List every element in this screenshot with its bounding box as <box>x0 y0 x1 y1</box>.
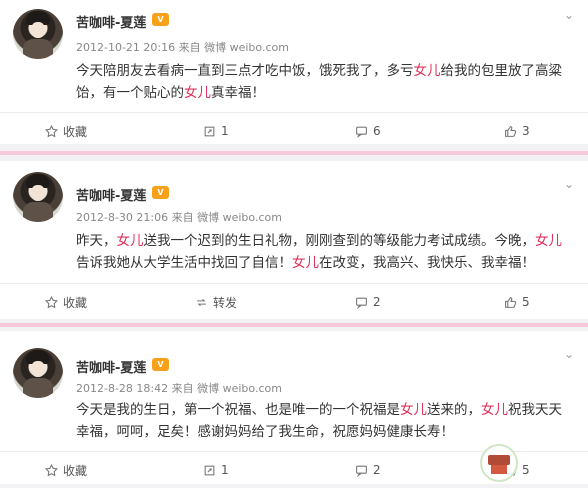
comment-button[interactable]: 2 <box>355 284 381 320</box>
like-count: 5 <box>522 295 530 309</box>
comment-count: 6 <box>373 124 381 138</box>
collect-button[interactable]: 收藏 <box>45 284 87 320</box>
repost-label: 转发 <box>213 295 238 310</box>
repost-button[interactable]: 1 <box>203 452 229 488</box>
collect-label: 收藏 <box>63 295 88 310</box>
comment-button[interactable]: 2 <box>355 452 381 488</box>
chevron-down-icon[interactable]: ⌄ <box>564 178 574 190</box>
highlight-term: 女儿 <box>116 233 144 249</box>
post-meta: 2012-10-21 20:16 来自 微博 weibo.com <box>76 41 289 54</box>
highlight-term: 女儿 <box>535 233 562 249</box>
post-text-part-3: 告诉我她从大学生活中找回了自信！ <box>76 255 292 271</box>
post-separator <box>0 319 588 331</box>
vip-badge-icon: V <box>152 13 169 26</box>
collect-button[interactable]: 收藏 <box>45 452 87 488</box>
vip-badge-icon: V <box>152 358 169 371</box>
post-card: 苦咖啡-夏莲 V 2012-8-30 21:06 来自 微博 weibo.com… <box>0 161 588 319</box>
chevron-down-icon[interactable]: ⌄ <box>564 348 574 360</box>
username[interactable]: 苦咖啡-夏莲 <box>76 357 146 376</box>
like-count: 5 <box>522 463 530 477</box>
post-actions: 收藏 转发 2 5 <box>0 283 588 320</box>
collect-label: 收藏 <box>63 463 88 478</box>
avatar[interactable] <box>13 9 63 59</box>
comment-icon <box>355 296 368 309</box>
username[interactable]: 苦咖啡-夏莲 <box>76 12 146 31</box>
comment-icon <box>355 125 368 138</box>
avatar-face <box>31 22 45 38</box>
avatar[interactable] <box>13 348 63 398</box>
post-meta: 2012-8-30 21:06 来自 微博 weibo.com <box>76 211 282 224</box>
avatar-body <box>23 202 53 222</box>
post-text-part-1: 昨天， <box>76 233 117 249</box>
highlight-term: 女儿 <box>413 63 441 79</box>
watermark-body <box>491 465 507 474</box>
comment-icon <box>355 464 368 477</box>
weibo-feed: 苦咖啡-夏莲 V 2012-10-21 20:16 来自 微博 weibo.co… <box>0 0 588 484</box>
avatar-body <box>23 378 53 398</box>
thumbs-up-icon <box>504 296 517 309</box>
repost-icon <box>195 296 208 309</box>
collect-label: 收藏 <box>63 124 88 139</box>
highlight-term: 女儿 <box>400 402 427 418</box>
avatar-face <box>31 185 45 201</box>
username[interactable]: 苦咖啡-夏莲 <box>76 185 146 204</box>
post-text: 今天陪朋友去看病一直到三点才吃中饭，饿死我了，多亏女儿给我的包里放了高粱饴，有一… <box>76 60 571 104</box>
highlight-term: 女儿 <box>292 255 319 271</box>
star-icon <box>45 124 58 138</box>
post-separator <box>0 144 588 161</box>
post-text-part-4: 在改变，我高兴、我快乐、我幸福！ <box>319 255 535 271</box>
star-icon <box>45 295 58 309</box>
comment-count: 2 <box>373 463 381 477</box>
highlight-term: 女儿 <box>184 85 211 101</box>
highlight-term: 女儿 <box>481 402 508 418</box>
watermark-logo <box>480 444 518 482</box>
repost-icon <box>203 125 216 138</box>
post-text: 昨天，女儿送我一个迟到的生日礼物，刚刚查到的等级能力考试成绩。今晚，女儿告诉我她… <box>76 230 571 274</box>
thumbs-up-icon <box>504 125 517 138</box>
post-text: 今天是我的生日，第一个祝福、也是唯一的一个祝福是女儿送来的，女儿祝我天天幸福，呵… <box>76 399 571 443</box>
post-text-part-1: 今天是我的生日，第一个祝福、也是唯一的一个祝福是 <box>76 402 400 418</box>
repost-count: 1 <box>221 124 229 138</box>
avatar-face <box>31 361 45 377</box>
post-text-part-2: 送来的， <box>427 402 481 418</box>
like-count: 3 <box>522 124 530 138</box>
avatar[interactable] <box>13 172 63 222</box>
post-text-part-3: 真幸福！ <box>211 85 265 101</box>
watermark-roof <box>488 455 510 465</box>
comment-count: 2 <box>373 295 381 309</box>
post-meta: 2012-8-28 18:42 来自 微博 weibo.com <box>76 382 282 395</box>
like-button[interactable]: 5 <box>504 284 530 320</box>
star-icon <box>45 463 58 477</box>
post-card: 苦咖啡-夏莲 V 2012-10-21 20:16 来自 微博 weibo.co… <box>0 0 588 144</box>
chevron-down-icon[interactable]: ⌄ <box>564 9 574 21</box>
post-text-part-2: 送我一个迟到的生日礼物，刚刚查到的等级能力考试成绩。今晚， <box>143 233 536 249</box>
repost-button[interactable]: 转发 <box>195 284 237 320</box>
repost-icon <box>203 464 216 477</box>
avatar-body <box>23 39 53 59</box>
post-text-part-1: 今天陪朋友去看病一直到三点才吃中饭，饿死我了，多亏 <box>76 63 414 79</box>
repost-count: 1 <box>221 463 229 477</box>
vip-badge-icon: V <box>152 186 169 199</box>
